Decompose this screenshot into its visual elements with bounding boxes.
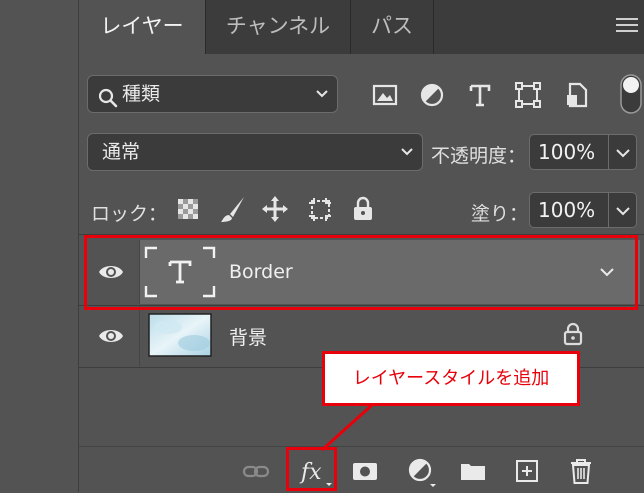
callout-connector <box>320 403 374 452</box>
add-layer-style-callout: レイヤースタイルを追加 <box>322 351 580 406</box>
